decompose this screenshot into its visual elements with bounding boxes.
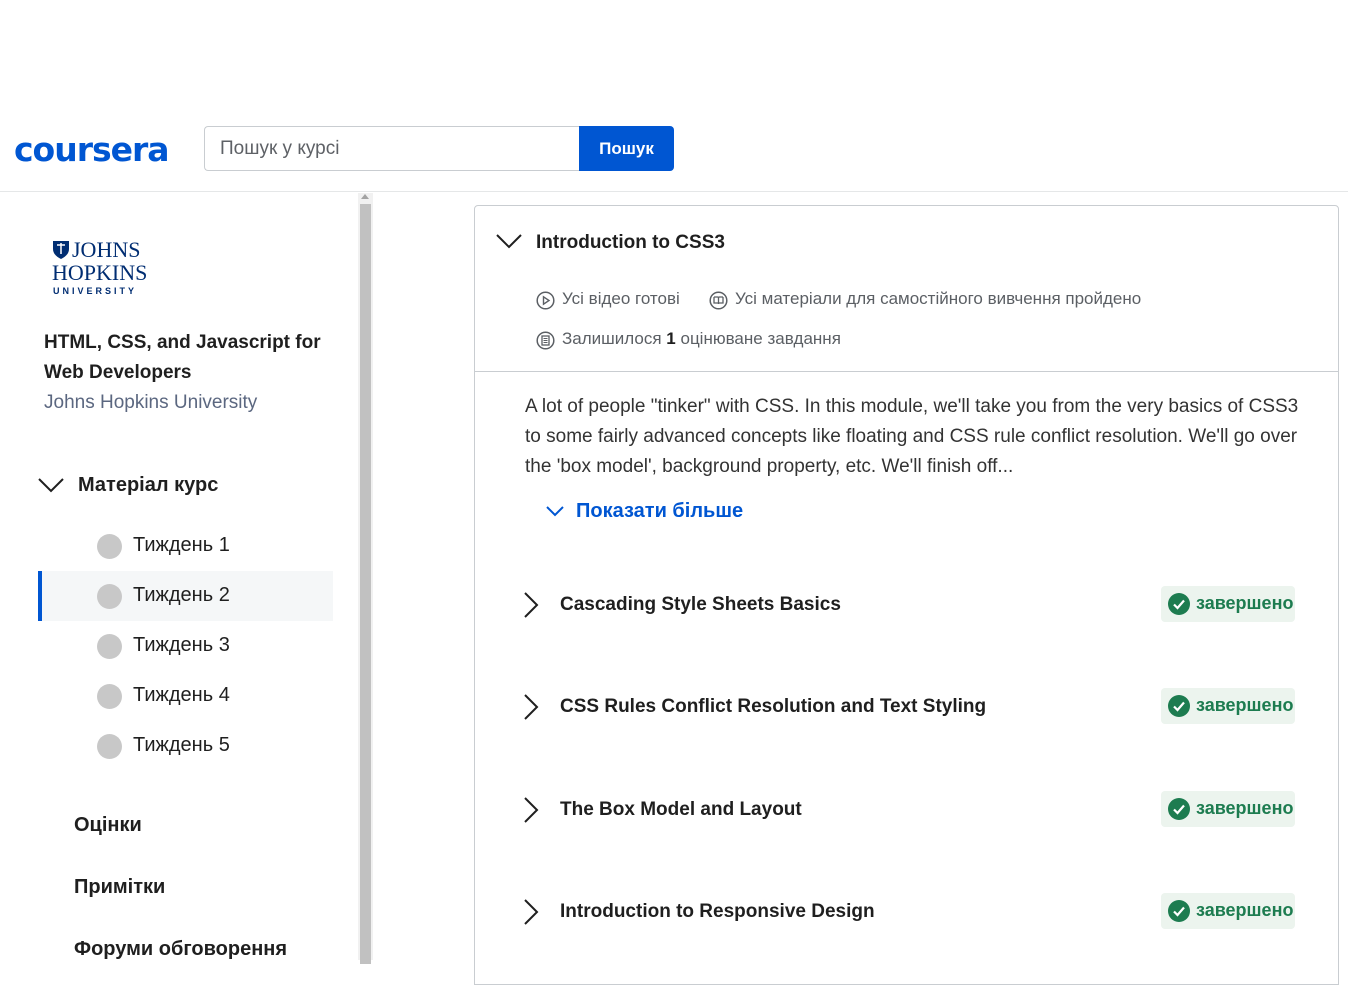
status-label: завершено xyxy=(1196,900,1294,920)
sidebar-link-notes[interactable]: Примітки xyxy=(74,876,165,899)
sidebar-link-grades[interactable]: Оцінки xyxy=(74,814,142,837)
status-badge: завершено xyxy=(1161,586,1295,622)
check-circle-icon xyxy=(1168,593,1190,615)
lesson-row[interactable]: Introduction to Responsive Design заверш… xyxy=(515,893,1295,933)
module-title[interactable]: Introduction to CSS3 xyxy=(536,232,725,254)
chevron-down-icon xyxy=(546,506,564,517)
jhu-logo-line1: JOHNS xyxy=(72,237,141,262)
status-label: завершено xyxy=(1196,593,1294,613)
chevron-right-icon xyxy=(524,592,539,618)
week-label: Тиждень 1 xyxy=(133,534,230,556)
meta-videos-text: Усі відео готові xyxy=(562,289,680,308)
check-circle-icon xyxy=(1168,695,1190,717)
top-header: coursera Пошук xyxy=(0,0,1348,192)
sidebar-item-week-5[interactable]: Тиждень 5 xyxy=(38,721,333,771)
course-sidebar: JOHNS HOPKINS UNIVERSITY HTML, CSS, and … xyxy=(0,193,358,960)
course-material-label: Матеріал курс xyxy=(78,474,219,496)
play-circle-icon xyxy=(536,291,555,310)
status-badge: завершено xyxy=(1161,893,1295,929)
lesson-row[interactable]: Cascading Style Sheets Basics завершено xyxy=(515,586,1295,626)
jhu-logo-line3: UNIVERSITY xyxy=(53,286,138,296)
scrollbar-thumb[interactable] xyxy=(360,204,371,964)
week-status-dot-icon xyxy=(97,584,122,609)
course-title: HTML, CSS, and Javascript for Web Develo… xyxy=(44,332,321,383)
meta-remaining: Залишилося 1 оцінюване завдання xyxy=(536,329,841,350)
status-label: завершено xyxy=(1196,798,1294,818)
lesson-row[interactable]: CSS Rules Conflict Resolution and Text S… xyxy=(515,688,1295,728)
status-badge: завершено xyxy=(1161,791,1295,827)
jhu-logo-line2: HOPKINS xyxy=(52,260,148,285)
week-status-dot-icon xyxy=(97,684,122,709)
week-label: Тиждень 4 xyxy=(133,684,230,706)
meta-remaining-prefix: Залишилося xyxy=(562,329,662,348)
lesson-name: CSS Rules Conflict Resolution and Text S… xyxy=(560,696,987,717)
sidebar-scrollbar[interactable] xyxy=(358,193,373,964)
sidebar-item-week-2[interactable]: Тиждень 2 xyxy=(38,571,333,621)
sidebar-item-week-4[interactable]: Тиждень 4 xyxy=(38,671,333,721)
lesson-name: The Box Model and Layout xyxy=(560,799,802,820)
course-partner[interactable]: Johns Hopkins University xyxy=(44,388,257,418)
show-more-label: Показати більше xyxy=(576,500,744,522)
sidebar-item-week-1[interactable]: Тиждень 1 xyxy=(38,521,333,571)
module-header: Introduction to CSS3 Усі відео готові Ус… xyxy=(475,206,1338,372)
check-circle-icon xyxy=(1168,798,1190,820)
week-label: Тиждень 3 xyxy=(133,634,230,656)
week-label: Тиждень 5 xyxy=(133,734,230,756)
coursera-logo[interactable]: coursera xyxy=(14,128,170,172)
status-label: завершено xyxy=(1196,695,1294,715)
lesson-name: Introduction to Responsive Design xyxy=(560,901,875,922)
johns-hopkins-logo[interactable]: JOHNS HOPKINS UNIVERSITY xyxy=(52,237,147,298)
search-button[interactable]: Пошук xyxy=(579,126,674,171)
book-circle-icon xyxy=(709,291,728,310)
sidebar-item-week-3[interactable]: Тиждень 3 xyxy=(38,621,333,671)
chevron-right-icon xyxy=(524,694,539,720)
meta-readings-text: Усі матеріали для самостійного вивчення … xyxy=(735,289,1142,308)
week-status-dot-icon xyxy=(97,634,122,659)
scroll-up-arrow-icon[interactable] xyxy=(361,194,369,199)
meta-remaining-count: 1 xyxy=(666,329,676,348)
week-label: Тиждень 2 xyxy=(133,584,230,606)
status-badge: завершено xyxy=(1161,688,1295,724)
meta-videos: Усі відео готові xyxy=(536,289,680,310)
chevron-down-icon[interactable] xyxy=(496,233,522,249)
chevron-down-icon xyxy=(38,478,64,493)
course-search-input[interactable] xyxy=(204,126,580,171)
chevron-right-icon xyxy=(524,797,539,823)
week-status-dot-icon xyxy=(97,534,122,559)
jhu-shield-icon xyxy=(53,241,69,259)
meta-remaining-suffix: оцінюване завдання xyxy=(680,329,841,348)
sidebar-link-forums[interactable]: Форуми обговорення xyxy=(74,938,287,961)
chevron-right-icon xyxy=(524,899,539,925)
check-circle-icon xyxy=(1168,900,1190,922)
module-description: A lot of people "tinker" with CSS. In th… xyxy=(525,396,1299,477)
course-material-toggle[interactable]: Матеріал курс xyxy=(38,471,338,503)
lesson-row[interactable]: The Box Model and Layout завершено xyxy=(515,791,1295,831)
assignment-circle-icon xyxy=(536,331,555,350)
module-card: Introduction to CSS3 Усі відео готові Ус… xyxy=(474,205,1339,985)
week-status-dot-icon xyxy=(97,734,122,759)
lesson-name: Cascading Style Sheets Basics xyxy=(560,594,841,615)
meta-readings: Усі матеріали для самостійного вивчення … xyxy=(709,289,1142,310)
